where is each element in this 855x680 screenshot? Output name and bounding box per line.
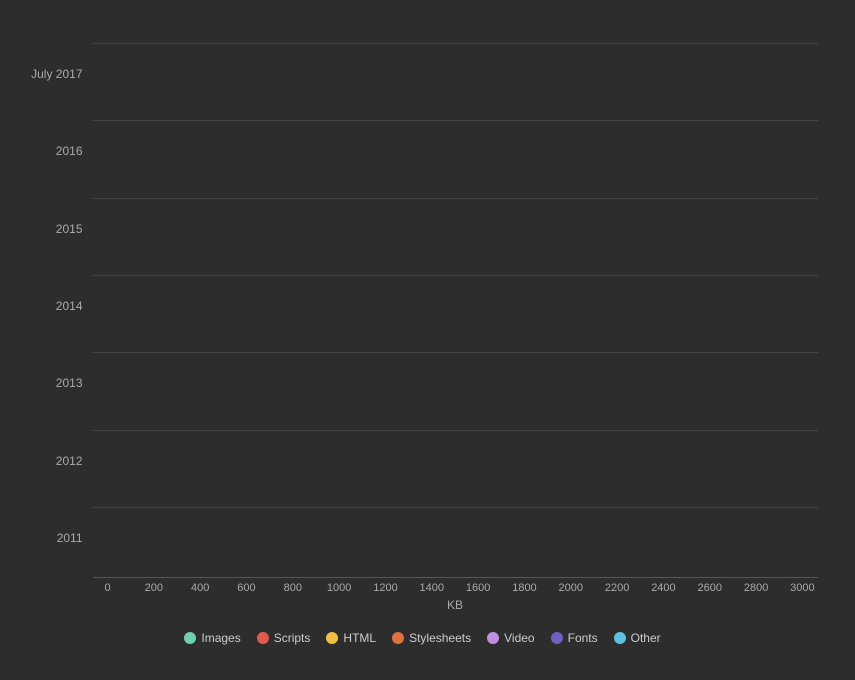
x-tick: 200	[139, 582, 169, 594]
x-tick: 2800	[741, 582, 771, 594]
x-ticks: 0 200 400 600 800 1000 1200 1400 1600 1800 2000 220…	[93, 577, 818, 594]
y-label: 2015	[28, 222, 83, 236]
bar-row	[93, 352, 818, 414]
legend-label-images: Images	[201, 631, 240, 645]
y-axis: July 2017 2016 2015 2014 2013 2012 2011	[28, 35, 93, 617]
legend-item-fonts: Fonts	[551, 631, 598, 645]
bars-and-xaxis: 0 200 400 600 800 1000 1200 1400 1600 1800 2000 220…	[93, 35, 818, 617]
x-tick: 600	[231, 582, 261, 594]
bars-section	[93, 35, 818, 577]
bar-row	[93, 275, 818, 337]
bar-row	[93, 430, 818, 492]
y-label: July 2017	[28, 67, 83, 81]
legend-item-other: Other	[614, 631, 661, 645]
legend-label-html: HTML	[343, 631, 376, 645]
legend-item-video: Video	[487, 631, 534, 645]
chart-container: July 2017 2016 2015 2014 2013 2012 2011 0 200 40…	[18, 15, 838, 665]
legend-label-fonts: Fonts	[568, 631, 598, 645]
x-tick: 2600	[695, 582, 725, 594]
other-icon	[614, 632, 626, 644]
y-label: 2014	[28, 299, 83, 313]
legend: Images Scripts HTML Stylesheets Video Fonts Ot…	[28, 621, 818, 645]
images-icon	[184, 632, 196, 644]
y-label: 2011	[28, 531, 83, 545]
x-tick: 800	[278, 582, 308, 594]
legend-label-scripts: Scripts	[274, 631, 311, 645]
html-icon	[326, 632, 338, 644]
bar-row	[93, 43, 818, 105]
x-tick: 1200	[370, 582, 400, 594]
bar-row	[93, 120, 818, 182]
bar-row	[93, 507, 818, 569]
x-tick: 1800	[509, 582, 539, 594]
x-tick: 1400	[417, 582, 447, 594]
chart-area: July 2017 2016 2015 2014 2013 2012 2011 0 200 40…	[28, 35, 818, 617]
bar-row	[93, 198, 818, 260]
fonts-icon	[551, 632, 563, 644]
x-tick: 2200	[602, 582, 632, 594]
video-icon	[487, 632, 499, 644]
x-tick: 2000	[556, 582, 586, 594]
x-tick: 2400	[648, 582, 678, 594]
stylesheets-icon	[392, 632, 404, 644]
x-axis-label: KB	[93, 598, 818, 612]
y-label: 2012	[28, 454, 83, 468]
x-tick: 1600	[463, 582, 493, 594]
x-tick: 400	[185, 582, 215, 594]
legend-label-other: Other	[631, 631, 661, 645]
x-tick: 0	[93, 582, 123, 594]
legend-item-scripts: Scripts	[257, 631, 311, 645]
y-label: 2016	[28, 144, 83, 158]
legend-label-video: Video	[504, 631, 534, 645]
legend-label-stylesheets: Stylesheets	[409, 631, 471, 645]
legend-item-images: Images	[184, 631, 240, 645]
x-tick: 1000	[324, 582, 354, 594]
scripts-icon	[257, 632, 269, 644]
legend-item-html: HTML	[326, 631, 376, 645]
x-axis: 0 200 400 600 800 1000 1200 1400 1600 1800 2000 220…	[93, 577, 818, 617]
x-tick: 3000	[787, 582, 817, 594]
y-label: 2013	[28, 376, 83, 390]
legend-item-stylesheets: Stylesheets	[392, 631, 471, 645]
